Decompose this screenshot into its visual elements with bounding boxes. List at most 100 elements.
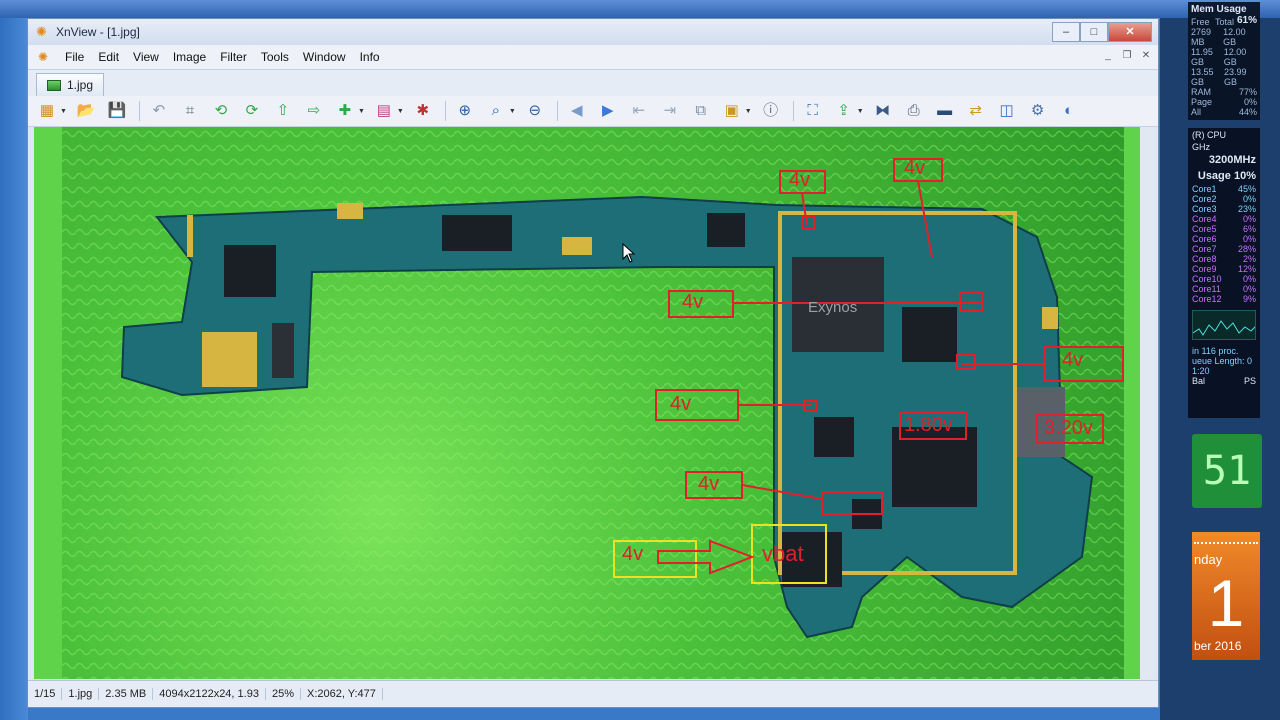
last-image-icon[interactable]: ⇥	[659, 100, 681, 122]
browser-icon[interactable]: ▦	[36, 100, 58, 122]
crop-icon[interactable]: ⌗	[179, 100, 201, 122]
zoom-in-icon[interactable]: ⊕	[454, 100, 476, 122]
compare-icon[interactable]: ⧓	[872, 100, 894, 122]
copy-to-icon[interactable]: ⧉	[690, 100, 712, 122]
convert-icon[interactable]: ⇄	[965, 100, 987, 122]
gold-pad	[1042, 307, 1058, 329]
cpu-core-name: Core8	[1192, 254, 1217, 264]
help-icon[interactable]: ◐	[1058, 100, 1080, 122]
zoom-icon[interactable]: ⌕	[485, 100, 507, 122]
next-folder-icon[interactable]: ⇨	[303, 100, 325, 122]
next-image-icon[interactable]: ▶	[597, 100, 619, 122]
export-icon[interactable]: ⇪	[833, 100, 855, 122]
cpu-core-value: 0%	[1242, 194, 1256, 204]
menu-edit[interactable]: Edit	[91, 50, 126, 64]
title-bar[interactable]: ✺ XnView - [1.jpg] – □ ✕	[28, 19, 1158, 45]
cpu-core-value: 9%	[1242, 294, 1256, 304]
dropdown-arrow-icon[interactable]: ▼	[745, 108, 752, 115]
vertical-scrollbar[interactable]	[1140, 127, 1154, 679]
cpu-core-row: Core12 9%	[1188, 294, 1260, 304]
cpu-ghz: GHz	[1192, 142, 1210, 152]
chip	[442, 215, 512, 251]
rotate-left-icon[interactable]: ⟲	[210, 100, 232, 122]
image-viewport[interactable]: 4v 4v 4v 4v 4v 1.80v 3.20v 4v 4v vbat Ex…	[34, 127, 1148, 679]
chip	[224, 245, 276, 297]
previous-folder-icon[interactable]: ⇧	[272, 100, 294, 122]
cpu-core-value: 12%	[1237, 264, 1256, 274]
cpu-core-name: Core4	[1192, 214, 1217, 224]
effects-icon[interactable]: ✱	[412, 100, 434, 122]
chip	[902, 307, 957, 362]
dropdown-arrow-icon[interactable]: ▼	[358, 108, 365, 115]
cpu-core-row: Core3 23%	[1188, 204, 1260, 214]
fullscreen-icon[interactable]: ⛶	[802, 100, 824, 122]
mem-all-value: 44%	[1238, 107, 1257, 117]
adjust-icon[interactable]: ▤	[373, 100, 395, 122]
mem-col-free: Free	[1191, 17, 1210, 27]
mem-row: 13.55 GB 23.99 GB	[1188, 67, 1260, 87]
print-icon[interactable]: ⎙	[903, 100, 925, 122]
mdi-restore-button[interactable]: ❐	[1119, 48, 1135, 64]
clock-digits: 51	[1202, 448, 1252, 494]
mem-ram-row: RAM 77%	[1188, 87, 1260, 97]
slideshow-icon[interactable]: ▣	[721, 100, 743, 122]
capture-icon[interactable]: ◫	[996, 100, 1018, 122]
menu-filter[interactable]: Filter	[213, 50, 254, 64]
open-folder-icon[interactable]: 📂	[75, 100, 97, 122]
previous-image-icon[interactable]: ◀	[566, 100, 588, 122]
cpu-queue: ueue Length: 0	[1192, 356, 1253, 366]
cpu-core-name: Core7	[1192, 244, 1217, 254]
tab-1-jpg[interactable]: 1.jpg	[36, 73, 105, 96]
close-button[interactable]: ✕	[1108, 22, 1152, 42]
cpu-core-value: 45%	[1237, 184, 1256, 194]
dropdown-arrow-icon[interactable]: ▼	[509, 108, 516, 115]
menu-view[interactable]: View	[126, 50, 166, 64]
properties-icon[interactable]: ⓘ	[760, 100, 782, 122]
mem-ram-label: RAM	[1191, 87, 1211, 97]
cpu-core-row: Core10 0%	[1188, 274, 1260, 284]
status-zoom: 25%	[266, 688, 301, 700]
acquire-icon[interactable]: ✚	[334, 100, 356, 122]
mdi-close-button[interactable]: ✕	[1138, 48, 1154, 64]
undo-icon[interactable]: ↶	[148, 100, 170, 122]
annotation-label: 4v	[904, 157, 926, 179]
xnview-window: ✺ XnView - [1.jpg] – □ ✕ ✺ File Edit Vie…	[27, 18, 1159, 708]
cpu-core-row: Core2 0%	[1188, 194, 1260, 204]
gold-pad	[202, 332, 257, 387]
cpu-core-row: Core1 45%	[1188, 184, 1260, 194]
tab-bar: 1.jpg	[28, 70, 1158, 96]
document-icon[interactable]: ✺	[38, 50, 52, 64]
dropdown-arrow-icon[interactable]: ▼	[397, 108, 404, 115]
first-image-icon[interactable]: ⇤	[628, 100, 650, 122]
toolbar-separator	[444, 101, 446, 121]
image-file-icon	[47, 79, 61, 91]
dropdown-arrow-icon[interactable]: ▼	[857, 108, 864, 115]
menu-info[interactable]: Info	[353, 50, 387, 64]
minimize-button[interactable]: –	[1052, 22, 1080, 42]
mem-percent: 61%	[1236, 15, 1257, 26]
menu-file[interactable]: File	[58, 50, 91, 64]
cpu-usage-label: Usage	[1197, 170, 1231, 182]
toolbar-separator	[792, 101, 794, 121]
gold-pad	[562, 237, 592, 255]
tab-label: 1.jpg	[67, 78, 94, 92]
mdi-minimize-button[interactable]: _	[1100, 48, 1116, 64]
rotate-right-icon[interactable]: ⟳	[241, 100, 263, 122]
menu-image[interactable]: Image	[166, 50, 213, 64]
menu-tools[interactable]: Tools	[254, 50, 296, 64]
menu-window[interactable]: Window	[296, 50, 353, 64]
cpu-core-name: Core2	[1192, 194, 1217, 204]
zoom-out-icon[interactable]: ⊖	[524, 100, 546, 122]
cpu-core-value: 6%	[1242, 224, 1256, 234]
mem-all-label: All	[1191, 107, 1202, 117]
cpu-time: 1:20	[1192, 366, 1210, 376]
dropdown-arrow-icon[interactable]: ▼	[60, 108, 67, 115]
annotation-label: 4v	[670, 393, 692, 415]
maximize-button[interactable]: □	[1080, 22, 1108, 42]
save-icon[interactable]: 💾	[106, 100, 128, 122]
cpu-usage-value: 10%	[1233, 170, 1256, 182]
gold-pad	[187, 215, 193, 257]
scan-icon[interactable]: ▬	[934, 100, 956, 122]
status-coords: X:2062, Y:477	[301, 688, 383, 700]
options-icon[interactable]: ⚙	[1027, 100, 1049, 122]
